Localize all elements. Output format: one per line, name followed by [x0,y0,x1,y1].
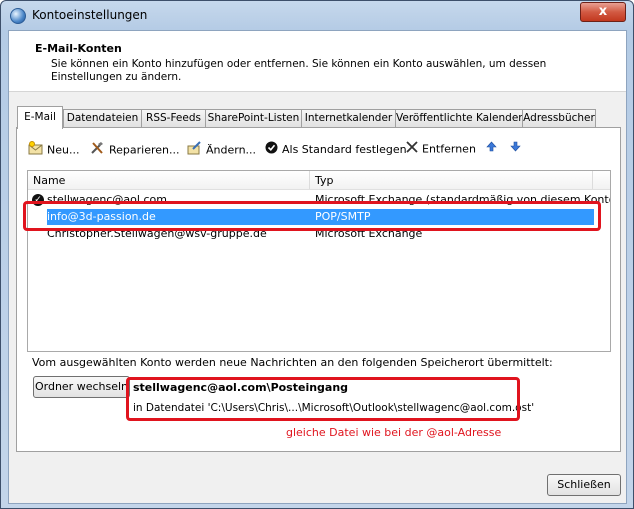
change-account-icon [187,141,202,160]
repair-tools-icon [90,141,105,160]
title-bar[interactable]: Kontoeinstellungen x [1,1,633,29]
outlook-app-icon [10,8,26,24]
move-up-button[interactable] [486,141,497,157]
repair-button[interactable]: Reparieren... [90,141,180,157]
remove-label: Entfernen [422,142,476,156]
tab-email[interactable]: E-Mail [17,106,63,129]
highlight-box-account [23,201,601,231]
tab-datendateien[interactable]: Datendateien [63,109,142,128]
dialog-header: E-Mail-Konten Sie können ein Konto hinzu… [9,31,626,92]
account-list[interactable]: Name Typ ✓ stellwagenc@aol.com Microsoft… [27,170,611,352]
highlight-box-store [126,377,520,421]
change-label: Ändern... [206,143,257,157]
column-type-header[interactable]: Typ [315,174,334,187]
window-title: Kontoeinstellungen [32,8,148,22]
change-button[interactable]: Ändern... [187,141,256,157]
window-close-button[interactable]: x [580,2,626,22]
remove-button[interactable]: Entfernen [406,141,476,157]
tab-veroeffentlichte-kalender[interactable]: Veröffentlichte Kalender [395,109,523,128]
list-header: Name Typ [28,171,610,190]
tab-internetkalender[interactable]: Internetkalender [301,109,396,128]
new-mail-icon [28,141,43,160]
repair-label: Reparieren... [109,143,180,157]
dialog-window: Kontoeinstellungen x E-Mail-Konten Sie k… [0,0,634,509]
column-divider[interactable] [592,171,593,189]
delivery-info-text: Vom ausgewählten Konto werden neue Nachr… [32,356,553,369]
checkmark-icon [265,141,278,159]
header-title: E-Mail-Konten [35,42,122,55]
dialog-client-area: E-Mail-Konten Sie können ein Konto hinzu… [8,30,627,504]
new-account-button[interactable]: Neu... [28,141,79,157]
tab-rss-feeds[interactable]: RSS-Feeds [141,109,206,128]
close-button[interactable]: Schließen [547,474,621,496]
tab-adressbuecher[interactable]: Adressbücher [522,109,596,128]
change-folder-button[interactable]: Ordner wechseln [33,376,130,398]
set-default-label: Als Standard festlegen [282,143,407,156]
arrow-up-icon [486,141,497,152]
new-account-label: Neu... [47,143,80,157]
arrow-down-icon [510,141,521,152]
column-name-header[interactable]: Name [33,174,65,187]
annotation-text: gleiche Datei wie bei der @aol-Adresse [286,426,502,439]
move-down-button[interactable] [510,141,521,157]
remove-x-icon [406,141,418,158]
header-description: Sie können ein Konto hinzufügen oder ent… [51,58,547,83]
column-divider[interactable] [309,171,310,189]
set-default-button[interactable]: Als Standard festlegen [265,141,407,157]
tab-sharepoint-listen[interactable]: SharePoint-Listen [205,109,302,128]
